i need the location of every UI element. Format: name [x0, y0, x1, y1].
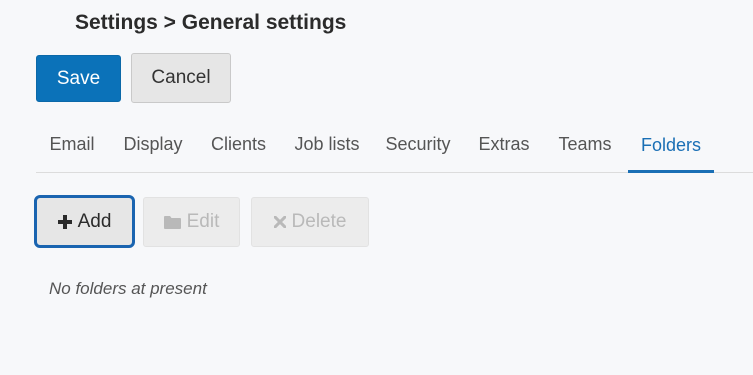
tab-job-lists[interactable]: Job lists	[285, 117, 369, 172]
add-label: Add	[77, 210, 112, 232]
edit-folder-button[interactable]: Edit	[143, 197, 240, 247]
edit-label: Edit	[186, 211, 220, 232]
add-folder-button[interactable]: Add	[34, 195, 135, 248]
tab-extras[interactable]: Extras	[470, 117, 538, 172]
plus-icon	[57, 214, 72, 229]
tab-email[interactable]: Email	[36, 117, 108, 172]
delete-label: Delete	[291, 211, 347, 232]
cancel-button[interactable]: Cancel	[131, 53, 231, 103]
tab-security[interactable]: Security	[376, 117, 460, 172]
tab-display[interactable]: Display	[113, 117, 193, 172]
page-title: Settings > General settings	[75, 11, 347, 34]
tab-folders[interactable]: Folders	[628, 117, 714, 173]
empty-folders-message: No folders at present	[49, 279, 207, 298]
tab-clients[interactable]: Clients	[202, 117, 275, 172]
settings-tabs: Email Display Clients Job lists Security…	[36, 117, 753, 173]
delete-folder-button[interactable]: Delete	[251, 197, 369, 247]
folder-icon	[163, 215, 181, 229]
save-button[interactable]: Save	[36, 55, 121, 102]
close-icon	[273, 216, 286, 228]
tab-teams[interactable]: Teams	[549, 117, 621, 172]
